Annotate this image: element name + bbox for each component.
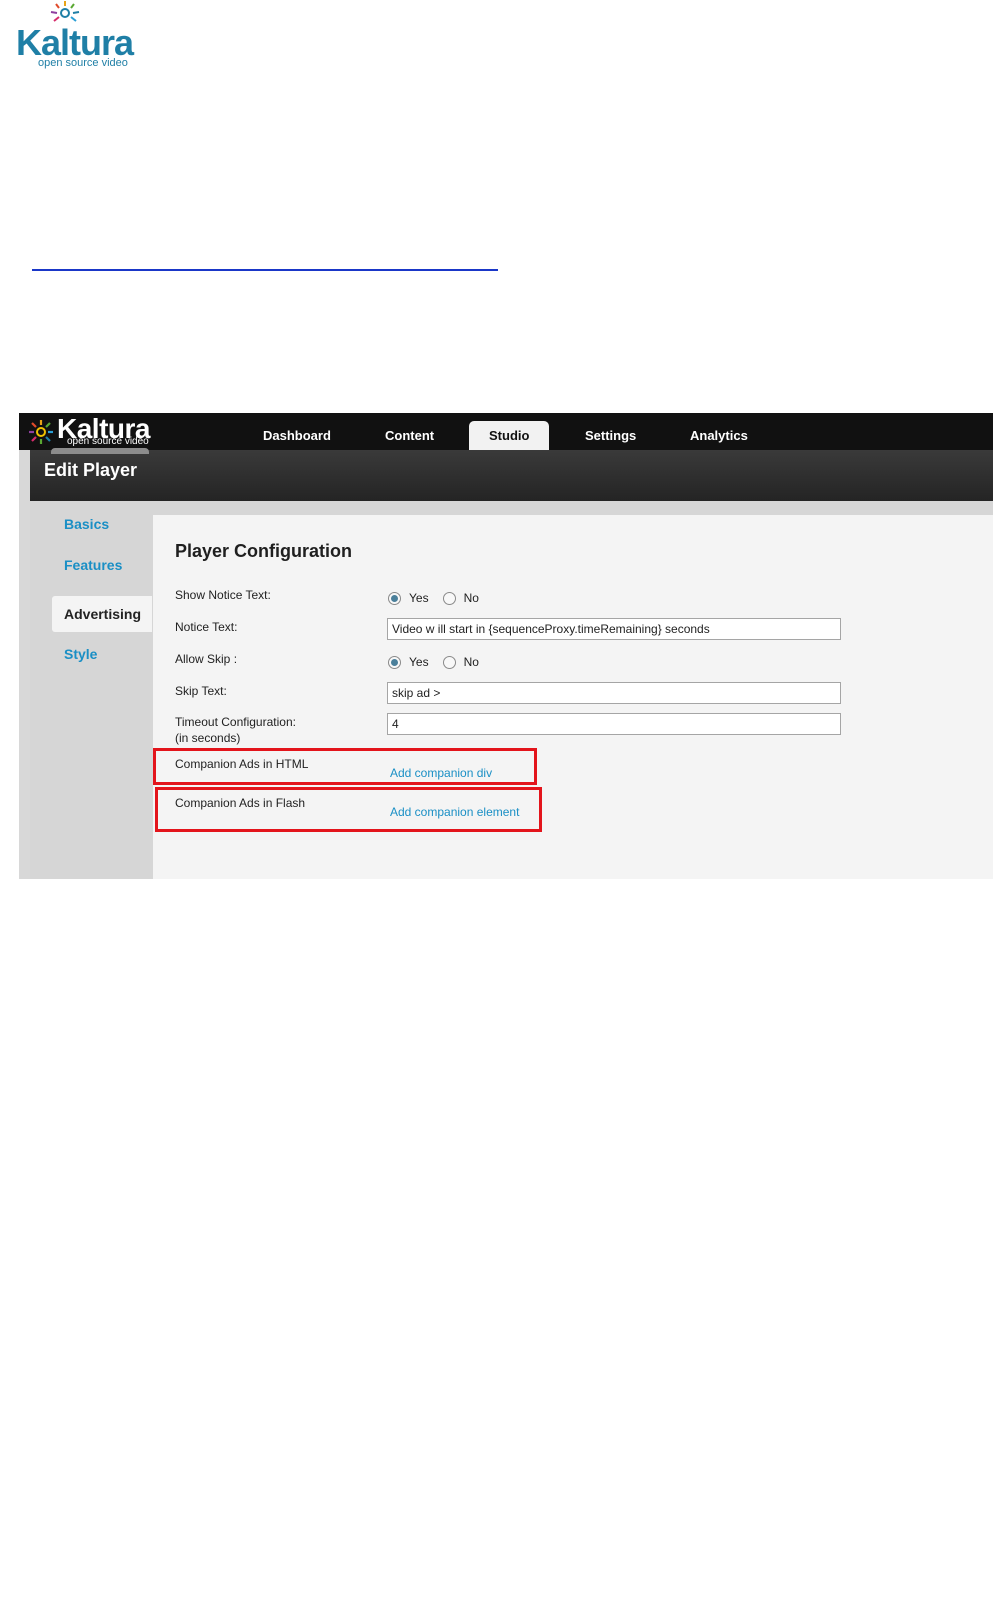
show-notice-label: Show Notice Text: — [175, 588, 271, 602]
sidebar-item-basics[interactable]: Basics — [64, 516, 109, 532]
timeout-unit-label: (in seconds) — [175, 731, 241, 745]
logo-tagline: open source video — [38, 57, 128, 69]
show-notice-no-radio[interactable] — [442, 591, 456, 605]
show-notice-yes-radio[interactable] — [388, 591, 401, 605]
edit-player-header: Edit Player — [30, 448, 993, 501]
notice-text-input[interactable] — [387, 618, 841, 640]
timeout-label: Timeout Configuration: — [175, 715, 296, 729]
highlight-box-html — [153, 748, 537, 785]
nav-tab-settings[interactable]: Settings — [565, 421, 656, 450]
notice-text-label: Notice Text: — [175, 620, 238, 634]
hyperlink-underline[interactable] — [32, 269, 498, 271]
section-title: Player Configuration — [175, 541, 353, 561]
allow-skip-yes-radio[interactable] — [388, 655, 401, 669]
sidebar-item-advertising[interactable]: Advertising — [52, 596, 152, 632]
highlight-box-flash — [155, 787, 542, 832]
nav-tab-analytics[interactable]: Analytics — [670, 421, 768, 450]
skip-text-input[interactable] — [387, 682, 841, 704]
page-title: Edit Player — [44, 460, 138, 480]
allow-skip-no-radio[interactable] — [442, 655, 456, 669]
allow-skip-yes-label: Yes — [409, 655, 429, 669]
player-configuration-panel: Player Configuration Show Notice Text: Y… — [153, 515, 993, 879]
show-notice-no-label: No — [463, 591, 479, 605]
nav-tab-studio[interactable]: Studio — [469, 421, 550, 450]
kaltura-logo: Kaltura open source video — [16, 0, 156, 70]
sidebar-item-style[interactable]: Style — [64, 646, 97, 662]
allow-skip-no-label: No — [463, 655, 479, 669]
top-nav-bar: Kaltura open source video Dashboard Cont… — [19, 413, 993, 450]
nav-tab-dashboard[interactable]: Dashboard — [243, 421, 351, 450]
show-notice-yes-label: Yes — [409, 591, 429, 605]
kmc-logo: Kaltura open source video — [27, 413, 177, 448]
header-tab-indicator — [51, 448, 149, 454]
nav-tab-content[interactable]: Content — [365, 421, 454, 450]
sidebar-item-features[interactable]: Features — [64, 557, 122, 573]
kmc-screenshot: Kaltura open source video Dashboard Cont… — [19, 413, 993, 879]
kmc-logo-tagline: open source video — [67, 436, 149, 447]
allow-skip-radio-group: Yes No — [388, 655, 493, 669]
content-top-band — [154, 501, 993, 515]
show-notice-radio-group: Yes No — [388, 591, 493, 605]
timeout-input[interactable] — [387, 713, 841, 735]
skip-text-label: Skip Text: — [175, 684, 227, 698]
kaltura-burst-icon — [29, 420, 53, 444]
allow-skip-label: Allow Skip : — [175, 652, 238, 666]
sidebar: Basics Features Advertising Style — [30, 501, 154, 879]
